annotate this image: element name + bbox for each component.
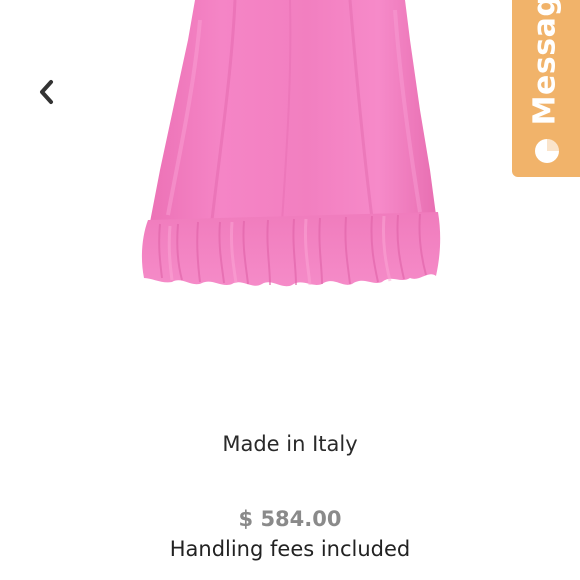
chevron-left-icon bbox=[40, 80, 53, 104]
message-tab-label: Messag bbox=[527, 0, 563, 126]
product-page: Messag Made in Italy $ 584.00 Handling f… bbox=[0, 0, 580, 580]
message-chat-tab[interactable]: Messag bbox=[512, 0, 580, 177]
product-price: $ 584.00 bbox=[238, 507, 342, 531]
chat-bubble-icon bbox=[535, 139, 559, 163]
handling-fees-note: Handling fees included bbox=[169, 537, 411, 561]
back-button[interactable] bbox=[30, 74, 62, 110]
product-origin: Made in Italy bbox=[222, 432, 358, 456]
product-photo-pink-ruffle-skirt bbox=[141, 0, 441, 287]
